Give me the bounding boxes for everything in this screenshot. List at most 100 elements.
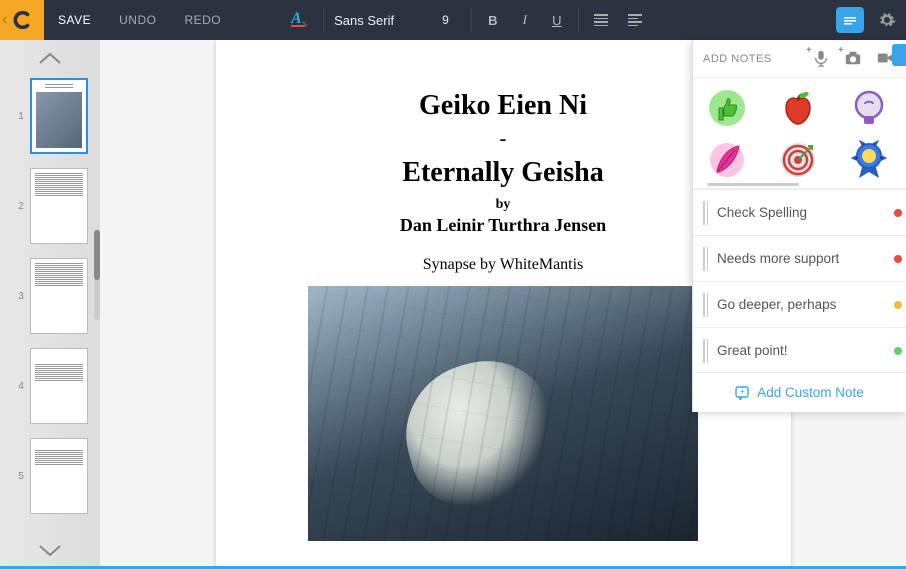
settings-button[interactable]	[878, 11, 896, 29]
thumb-row: 4	[12, 348, 88, 424]
notes-header: ADD NOTES + +	[693, 40, 906, 78]
add-custom-note-button[interactable]: + Add Custom Note	[693, 372, 906, 412]
separator	[323, 8, 324, 32]
drag-handle-icon[interactable]	[703, 201, 709, 225]
main-area: 1 2 3 4	[0, 40, 906, 569]
sticker-ribbon[interactable]	[849, 140, 889, 180]
doc-by-label: by	[276, 197, 731, 213]
comments-button[interactable]	[836, 7, 864, 33]
thumb-row: 2	[12, 168, 88, 244]
note-item[interactable]: Great point!	[693, 327, 906, 372]
sticker-thumbs-up[interactable]	[707, 88, 747, 128]
align-icon	[628, 14, 642, 26]
feather-icon	[707, 140, 747, 180]
notes-panel-tab[interactable]	[892, 44, 906, 66]
add-audio-note-button[interactable]: +	[812, 49, 832, 69]
thumb-number: 5	[12, 471, 30, 482]
thumb-row: 1	[12, 78, 88, 154]
note-color-dot	[894, 255, 902, 263]
bold-button[interactable]: B	[482, 0, 504, 40]
separator	[578, 8, 579, 32]
chevron-down-icon	[38, 544, 62, 558]
drag-handle-icon[interactable]	[703, 339, 709, 363]
thumb-scroll-up[interactable]	[20, 48, 80, 68]
logo-icon	[10, 8, 34, 32]
thumbs-up-icon	[707, 88, 747, 128]
thumbnail-list: 1 2 3 4	[12, 72, 88, 537]
note-label: Check Spelling	[717, 205, 896, 220]
sticker-apple[interactable]	[778, 88, 818, 128]
thumb-scrollbar[interactable]	[94, 230, 100, 320]
thumbnail-page-2[interactable]	[30, 168, 88, 244]
lightbulb-icon	[849, 88, 889, 128]
doc-title-line2: Eternally Geisha	[276, 157, 731, 189]
note-item[interactable]: Check Spelling	[693, 189, 906, 235]
gear-icon	[878, 11, 896, 29]
thumb-row: 5	[12, 438, 88, 514]
note-color-dot	[894, 347, 902, 355]
svg-text:+: +	[740, 387, 745, 396]
notes-tools: + +	[812, 49, 896, 69]
italic-button[interactable]: I	[514, 0, 536, 40]
font-style-icon[interactable]: A	[289, 8, 309, 33]
thumbnail-page-5[interactable]	[30, 438, 88, 514]
camera-icon	[844, 49, 862, 67]
doc-author: Dan Leinir Turthra Jensen	[276, 215, 731, 236]
sticker-feather[interactable]	[707, 140, 747, 180]
sticker-grid	[693, 78, 906, 189]
note-color-dot	[894, 209, 902, 217]
thumbnail-page-3[interactable]	[30, 258, 88, 334]
doc-title-line1: Geiko Eien Ni	[276, 90, 731, 122]
add-note-icon: +	[735, 386, 751, 400]
notes-title: ADD NOTES	[703, 53, 772, 65]
doc-title-separator: -	[276, 128, 731, 151]
redo-button[interactable]: REDO	[170, 0, 235, 40]
thumbnail-panel: 1 2 3 4	[0, 40, 100, 569]
toolbar: ‹ SAVE UNDO REDO A Sans Serif 9 B I U	[0, 0, 906, 40]
thumb-number: 1	[12, 111, 30, 122]
font-family-select[interactable]: Sans Serif	[334, 13, 394, 28]
thumbnail-page-1[interactable]	[30, 78, 88, 154]
thumbnail-page-4[interactable]	[30, 348, 88, 424]
note-label: Go deeper, perhaps	[717, 297, 896, 312]
align-button[interactable]	[623, 0, 647, 40]
back-chevron-icon: ‹	[2, 11, 7, 29]
doc-cover-image	[308, 286, 698, 541]
thumb-number: 2	[12, 201, 30, 212]
font-controls: A Sans Serif 9 B I U	[289, 0, 647, 40]
sticker-lightbulb[interactable]	[849, 88, 889, 128]
underline-button[interactable]: U	[546, 0, 568, 40]
thumb-number: 3	[12, 291, 30, 302]
toolbar-right	[836, 7, 896, 33]
notes-panel: ADD NOTES + +	[692, 40, 906, 412]
doc-credit: Synapse by WhiteMantis	[276, 256, 731, 274]
drag-handle-icon[interactable]	[703, 293, 709, 317]
note-list: Check Spelling Needs more support Go dee…	[693, 189, 906, 372]
undo-button[interactable]: UNDO	[105, 0, 170, 40]
chevron-up-icon	[38, 51, 62, 65]
thumb-number: 4	[12, 381, 30, 392]
note-item[interactable]: Go deeper, perhaps	[693, 281, 906, 327]
bullet-list-button[interactable]	[589, 0, 613, 40]
separator	[471, 8, 472, 32]
svg-text:A: A	[290, 10, 302, 27]
comment-icon	[842, 13, 858, 27]
add-photo-note-button[interactable]: +	[844, 49, 864, 69]
thumb-row: 3	[12, 258, 88, 334]
note-label: Great point!	[717, 343, 896, 358]
thumb-scroll-down[interactable]	[20, 541, 80, 561]
app-logo[interactable]: ‹	[0, 0, 44, 40]
note-label: Needs more support	[717, 251, 896, 266]
bullet-list-icon	[594, 14, 608, 26]
apple-icon	[778, 88, 818, 128]
note-item[interactable]: Needs more support	[693, 235, 906, 281]
note-color-dot	[894, 301, 902, 309]
sticker-target[interactable]	[778, 140, 818, 180]
sticker-scrollbar[interactable]	[707, 183, 799, 186]
ribbon-icon	[849, 140, 889, 180]
drag-handle-icon[interactable]	[703, 247, 709, 271]
microphone-icon	[812, 49, 830, 67]
save-button[interactable]: SAVE	[44, 0, 105, 40]
font-size-select[interactable]: 9	[442, 13, 449, 27]
add-custom-label: Add Custom Note	[757, 385, 864, 400]
